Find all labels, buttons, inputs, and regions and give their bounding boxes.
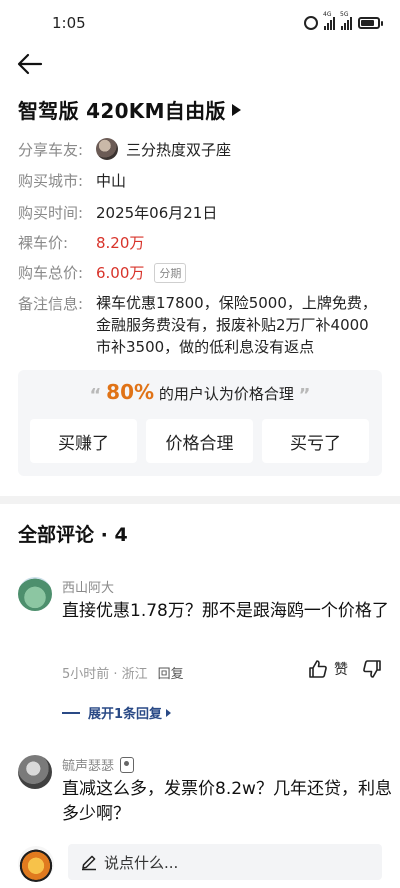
comment-text: 直接优惠1.78万？那不是跟海鸥一个价格了 [62,601,389,621]
owner-badge-icon [120,756,135,773]
commenter-name-text: 西山阿大 [62,581,115,596]
bare-price-label: 裸车价: [18,234,69,252]
battery-level [361,20,374,26]
date-row: 购买时间: 2025年06月21日 [18,202,217,223]
share-row: 分享车友: 三分热度双子座 [18,138,231,160]
like-label: 赞 [334,662,348,678]
share-user-name[interactable]: 三分热度双子座 [126,139,231,160]
alarm-icon [304,16,318,30]
rating-buttons: 买赚了 价格合理 买亏了 [30,419,369,463]
note-row: 备注信息: 裸车优惠17800，保险5000，上牌免费，金融服务费没有，报废补贴… [18,293,382,358]
battery-icon [358,17,383,29]
comment-item: 毓声瑟瑟 直减这么多，发票价8.2w？几年还贷，利息多少啊？ [18,755,392,835]
comment-input[interactable]: 说点什么... [68,844,382,880]
expand-arrow-icon [166,708,172,717]
comments-heading: 全部评论 · 4 [18,524,128,546]
car-title-link[interactable]: 智驾版 420KM自由版 [18,95,241,124]
rating-summary: “ 80% 的用户认为价格合理 ” [18,380,382,406]
comment-input-placeholder: 说点什么... [104,853,179,872]
play-arrow-icon [231,103,241,116]
bare-price-value: 8.20万 [96,234,145,252]
status-time: 1:05 [52,14,86,32]
installment-tag: 分期 [154,262,187,283]
city-row: 购买城市: 中山 [18,170,126,191]
city-value: 中山 [96,172,127,190]
thumbs-down-icon[interactable] [362,659,382,679]
signal-icon-1: 4G [323,11,335,30]
total-price-label: 购车总价: [18,264,84,282]
rating-percent: 80% [106,380,155,404]
share-user-avatar[interactable] [96,138,118,160]
bottom-input-bar: 说点什么... [0,834,400,888]
rate-overpaid-button[interactable]: 买亏了 [262,419,369,463]
thumbs-up-icon [309,660,327,678]
total-price-row: 购车总价: 6.00万 分期 [18,262,187,283]
comment-item: 西山阿大 直接优惠1.78万？那不是跟海鸥一个价格了 5小时前 · 浙江 回复 … [18,577,389,722]
comment-time-location: 5小时前 · 浙江 [62,667,148,682]
back-arrow-icon [17,53,43,75]
reply-button[interactable]: 回复 [158,663,184,682]
commenter-avatar[interactable] [18,577,52,611]
note-text: 裸车优惠17800，保险5000，上牌免费，金融服务费没有，报废补贴2万厂补40… [96,294,377,356]
expand-line [62,711,80,714]
expand-label: 展开1条回复 [88,707,163,722]
share-label: 分享车友: [18,140,84,159]
commenter-name[interactable]: 西山阿大 [62,577,114,596]
bare-price-row: 裸车价: 8.20万 [18,232,144,253]
date-value: 2025年06月21日 [96,204,218,222]
comment-meta: 5小时前 · 浙江 回复 [62,663,184,682]
expand-replies-button[interactable]: 展开1条回复 [62,703,172,722]
section-divider [0,496,400,504]
quote-close: ” [298,385,311,406]
pencil-icon [82,855,96,871]
page-title: 智驾版 420KM自由版 [18,99,226,123]
my-avatar[interactable] [18,846,54,882]
commenter-name[interactable]: 毓声瑟瑟 [62,755,135,774]
back-button[interactable] [16,50,48,80]
total-price-value: 6.00万 [96,264,145,282]
commenter-avatar[interactable] [18,755,52,789]
price-rating-card: “ 80% 的用户认为价格合理 ” 买赚了 价格合理 买亏了 [18,370,382,476]
rate-fair-price-button[interactable]: 价格合理 [146,419,253,463]
quote-open: “ [89,385,102,406]
date-label: 购买时间: [18,204,84,222]
like-button[interactable]: 赞 [308,659,348,679]
city-label: 购买城市: [18,172,84,190]
comment-text: 直减这么多，发票价8.2w？几年还贷，利息多少啊？ [62,779,392,824]
signal-icon-2: 5G [340,11,352,30]
note-label: 备注信息: [18,295,84,313]
comment-actions: 赞 [308,659,382,679]
status-bar: 1:05 4G 5G [0,0,400,48]
commenter-name-text: 毓声瑟瑟 [62,759,115,774]
status-icons: 4G 5G [304,11,383,30]
rate-good-deal-button[interactable]: 买赚了 [30,419,137,463]
rating-text: 的用户认为价格合理 [158,385,294,403]
